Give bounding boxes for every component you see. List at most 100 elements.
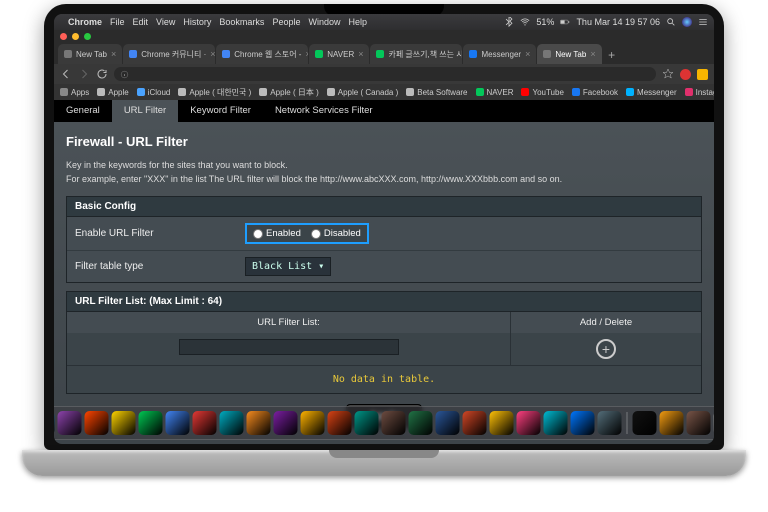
close-window[interactable] — [60, 33, 67, 40]
bookmark-item[interactable]: iCloud — [137, 88, 171, 97]
browser-tab[interactable]: New Tab× — [537, 44, 601, 64]
bookmark-item[interactable]: Apple ( 대한민국 ) — [178, 87, 251, 98]
mb-bookmarks[interactable]: Bookmarks — [219, 17, 264, 27]
close-tab-icon[interactable]: × — [210, 49, 215, 59]
dock-app-icon[interactable] — [382, 411, 406, 435]
bookmarks-bar: Apps Apple iCloud Apple ( 대한민국 ) Apple ( 日本 … — [54, 84, 714, 100]
enable-url-filter-radio[interactable]: Enabled Disabled — [245, 223, 369, 244]
new-tab-button[interactable]: + — [603, 46, 621, 64]
chevron-down-icon: ▾ — [318, 261, 324, 272]
browser-tab[interactable]: Chrome 커뮤니티 · × — [123, 44, 215, 64]
bookmark-item[interactable]: NAVER — [476, 88, 514, 97]
firewall-tab[interactable]: Keyword Filter — [178, 100, 263, 122]
bluetooth-icon[interactable] — [504, 17, 514, 27]
browser-tab[interactable]: NAVER× — [309, 44, 369, 64]
dock-app-icon[interactable] — [463, 411, 487, 435]
dock-app-icon[interactable] — [660, 411, 684, 435]
bookmark-item[interactable]: Facebook — [572, 88, 618, 97]
browser-tab[interactable]: 카페 글쓰기,책 쓰는 시 × — [370, 44, 462, 64]
star-icon[interactable] — [662, 68, 674, 80]
wifi-icon[interactable] — [520, 17, 530, 27]
browser-tab[interactable]: New Tab× — [58, 44, 122, 64]
enable-url-filter-label: Enable URL Filter — [75, 228, 245, 239]
mb-help[interactable]: Help — [348, 17, 367, 27]
disabled-radio[interactable] — [311, 229, 321, 239]
dock-app-icon[interactable] — [328, 411, 352, 435]
mb-history[interactable]: History — [183, 17, 211, 27]
dock-app-icon[interactable] — [301, 411, 325, 435]
bookmark-item[interactable]: Beta Software — [406, 88, 467, 97]
close-tab-icon[interactable]: × — [525, 49, 530, 59]
add-button[interactable]: + — [596, 339, 616, 359]
col-url: URL Filter List: — [67, 312, 511, 333]
browser-tab[interactable]: Messenger× — [463, 44, 536, 64]
url-filter-list-header: URL Filter List: (Max Limit : 64) — [66, 291, 702, 312]
dock-app-icon[interactable] — [220, 411, 244, 435]
firewall-tabs: GeneralURL FilterKeyword FilterNetwork S… — [54, 100, 714, 122]
dock-app-icon[interactable] — [490, 411, 514, 435]
browser-tabstrip: New Tab×Chrome 커뮤니티 · ×Chrome 웹 스토어 - ×N… — [54, 42, 714, 64]
dock-app-icon[interactable] — [633, 411, 657, 435]
dock-app-icon[interactable] — [598, 411, 622, 435]
dock-app-icon[interactable] — [517, 411, 541, 435]
mb-app[interactable]: Chrome — [68, 17, 102, 27]
dock-app-icon[interactable] — [247, 411, 271, 435]
bookmark-item[interactable]: Messenger — [626, 88, 677, 97]
bookmark-item[interactable]: Apple — [97, 88, 128, 97]
dock-app-icon[interactable] — [355, 411, 379, 435]
maximize-window[interactable] — [84, 33, 91, 40]
filter-type-select[interactable]: Black List▾ — [245, 257, 331, 276]
forward-icon[interactable] — [78, 68, 90, 80]
dock-app-icon[interactable] — [714, 411, 715, 435]
browser-tab[interactable]: Chrome 웹 스토어 - × — [216, 44, 308, 64]
dock-app-icon[interactable] — [544, 411, 568, 435]
col-action: Add / Delete — [511, 312, 701, 333]
dock-app-icon[interactable] — [409, 411, 433, 435]
basic-config-header: Basic Config — [66, 196, 702, 217]
filter-type-label: Filter table type — [75, 261, 245, 272]
dock-app-icon[interactable] — [193, 411, 217, 435]
reload-icon[interactable] — [96, 68, 108, 80]
firewall-tab[interactable]: Network Services Filter — [263, 100, 385, 122]
dock-app-icon[interactable] — [85, 411, 109, 435]
spotlight-icon[interactable] — [666, 17, 676, 27]
ext-icon[interactable] — [680, 69, 691, 80]
enabled-radio[interactable] — [253, 229, 263, 239]
close-tab-icon[interactable]: × — [111, 49, 116, 59]
minimize-window[interactable] — [72, 33, 79, 40]
close-tab-icon[interactable]: × — [305, 49, 308, 59]
dock-app-icon[interactable] — [687, 411, 711, 435]
close-tab-icon[interactable]: × — [358, 49, 363, 59]
mb-window[interactable]: Window — [308, 17, 340, 27]
mb-view[interactable]: View — [156, 17, 175, 27]
bookmark-item[interactable]: Apple ( Canada ) — [327, 88, 398, 97]
address-bar[interactable] — [114, 67, 656, 81]
bookmark-item[interactable]: Instagram — [685, 88, 714, 97]
firewall-tab[interactable]: General — [54, 100, 112, 122]
bookmark-item[interactable]: YouTube — [521, 88, 563, 97]
back-icon[interactable] — [60, 68, 72, 80]
dock-app-icon[interactable] — [139, 411, 163, 435]
mb-edit[interactable]: Edit — [133, 17, 149, 27]
dock-app-icon[interactable] — [274, 411, 298, 435]
siri-icon[interactable] — [682, 17, 692, 27]
ext-icon[interactable] — [697, 69, 708, 80]
dock-app-icon[interactable] — [436, 411, 460, 435]
dock-app-icon[interactable] — [166, 411, 190, 435]
mb-people[interactable]: People — [272, 17, 300, 27]
notif-icon[interactable] — [698, 17, 708, 27]
battery-pct: 51% — [536, 17, 554, 27]
mb-file[interactable]: File — [110, 17, 125, 27]
close-tab-icon[interactable]: × — [590, 49, 595, 59]
clock: Thu Mar 14 19 57 06 — [576, 17, 660, 27]
bookmark-item[interactable]: Apple ( 日本 ) — [259, 87, 318, 98]
dock-app-icon[interactable] — [54, 411, 55, 435]
dock-app-icon[interactable] — [571, 411, 595, 435]
bookmark-item[interactable]: Apps — [60, 88, 89, 97]
dock-app-icon[interactable] — [58, 411, 82, 435]
mac-dock — [54, 406, 714, 440]
dock-app-icon[interactable] — [112, 411, 136, 435]
firewall-tab[interactable]: URL Filter — [112, 100, 178, 122]
url-input[interactable] — [179, 339, 399, 355]
url-filter-table: URL Filter List: Add / Delete + No data … — [66, 312, 702, 394]
